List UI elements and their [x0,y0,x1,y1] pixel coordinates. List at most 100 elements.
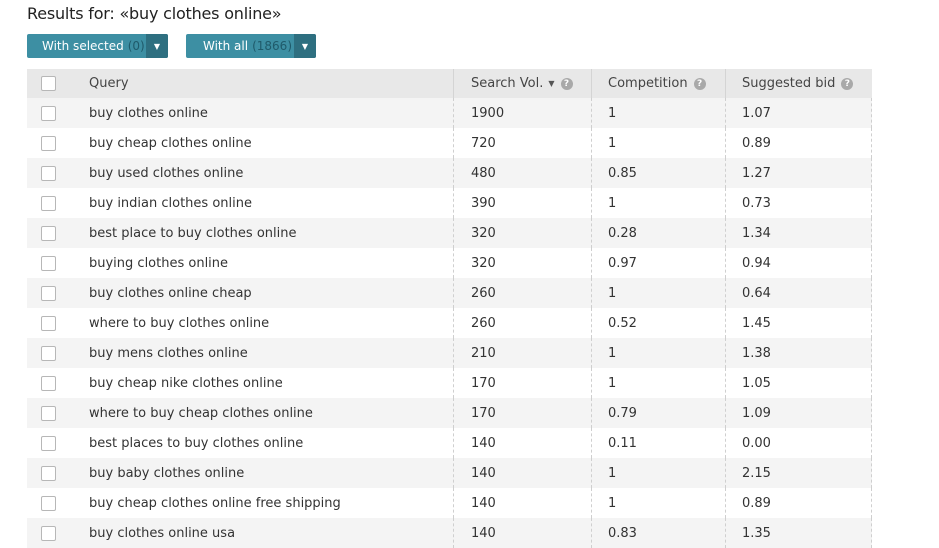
query-text[interactable]: buy cheap clothes online [89,136,252,151]
row-checkbox[interactable] [41,435,56,451]
table-row[interactable]: where to buy cheap clothes online 170 0.79… [27,398,872,428]
table-row[interactable]: best place to buy clothes online 320 0.28 1… [27,218,872,248]
row-checkbox[interactable] [41,345,56,361]
triangle-down-icon: ▼ [301,41,309,51]
suggested-bid-cell: 1.07 [726,98,872,128]
competition-cell: 1 [592,488,726,518]
suggested-bid-value: 1.34 [742,225,771,241]
row-checkbox[interactable] [41,285,56,301]
table-row[interactable]: best places to buy clothes online 140 0.11… [27,428,872,458]
with-selected-label: With selected [42,39,124,53]
row-checkbox[interactable] [41,135,56,151]
query-text[interactable]: buy cheap nike clothes online [89,376,283,391]
query-cell: buy cheap clothes online [71,128,454,158]
table-row[interactable]: buying clothes online 320 0.97 0.94 [27,248,872,278]
table-row[interactable]: where to buy clothes online 260 0.52 1.45 [27,308,872,338]
table-row[interactable]: buy clothes online 1900 1 1.07 [27,98,872,128]
query-text[interactable]: best place to buy clothes online [89,226,296,241]
query-text[interactable]: buy baby clothes online [89,466,244,481]
query-text[interactable]: buy clothes online [89,106,208,121]
help-icon[interactable]: ? [693,77,706,90]
header-competition[interactable]: Competition ? [592,69,726,98]
with-all-main[interactable]: With all (1866) [186,34,292,58]
competition-value: 1 [608,285,617,301]
suggested-bid-value: 0.00 [742,435,771,451]
row-checkbox[interactable] [41,165,56,181]
results-table: Query Search Vol. ▼ ? Competition ? Sugg… [27,69,872,548]
with-all-dropdown-toggle[interactable]: ▼ [294,34,316,58]
query-cell: best place to buy clothes online [71,218,454,248]
with-selected-button[interactable]: With selected (0) ▼ [27,34,168,58]
row-checkbox[interactable] [41,525,56,541]
header-search-vol[interactable]: Search Vol. ▼ ? [454,69,592,98]
with-all-count: (1866) [252,39,292,53]
competition-value: 1 [608,195,617,211]
suggested-bid-value: 1.27 [742,165,771,181]
select-all-checkbox[interactable] [41,76,56,91]
competition-cell: 0.97 [592,248,726,278]
search-vol-value: 720 [471,135,496,151]
competition-value: 1 [608,135,617,151]
table-row[interactable]: buy mens clothes online 210 1 1.38 [27,338,872,368]
with-selected-main[interactable]: With selected (0) [27,34,145,58]
search-vol-cell: 140 [454,488,592,518]
competition-value: 0.52 [608,315,637,331]
sort-desc-icon[interactable]: ▼ [548,79,554,88]
query-text[interactable]: buy indian clothes online [89,196,252,211]
suggested-bid-cell: 1.05 [726,368,872,398]
query-text[interactable]: where to buy clothes online [89,316,269,331]
table-row[interactable]: buy cheap clothes online free shipping 14… [27,488,872,518]
suggested-bid-cell: 1.27 [726,158,872,188]
row-checkbox[interactable] [41,375,56,391]
row-checkbox[interactable] [41,495,56,511]
help-icon[interactable]: ? [841,77,854,90]
table-row[interactable]: buy clothes online cheap 260 1 0.64 [27,278,872,308]
suggested-bid-cell: 1.34 [726,218,872,248]
query-text[interactable]: buying clothes online [89,256,228,271]
suggested-bid-value: 1.35 [742,525,771,541]
header-competition-label: Competition [608,76,688,91]
with-all-button[interactable]: With all (1866) ▼ [186,34,316,58]
suggested-bid-value: 0.89 [742,135,771,151]
query-text[interactable]: where to buy cheap clothes online [89,406,313,421]
search-vol-value: 390 [471,195,496,211]
query-text[interactable]: buy clothes online usa [89,526,235,541]
row-checkbox[interactable] [41,315,56,331]
table-row[interactable]: buy cheap clothes online 720 1 0.89 [27,128,872,158]
competition-value: 0.28 [608,225,637,241]
row-select-cell [27,428,71,458]
suggested-bid-cell: 0.64 [726,278,872,308]
table-row[interactable]: buy indian clothes online 390 1 0.73 [27,188,872,218]
header-query[interactable]: Query [71,69,454,98]
row-checkbox[interactable] [41,255,56,271]
search-vol-value: 170 [471,375,496,391]
query-text[interactable]: buy mens clothes online [89,346,248,361]
query-text[interactable]: buy cheap clothes online free shipping [89,496,341,511]
row-select-cell [27,458,71,488]
row-checkbox[interactable] [41,405,56,421]
query-text[interactable]: buy clothes online cheap [89,286,252,301]
query-text[interactable]: buy used clothes online [89,166,243,181]
row-select-cell [27,188,71,218]
competition-value: 1 [608,495,617,511]
row-select-cell [27,278,71,308]
query-text[interactable]: best places to buy clothes online [89,436,303,451]
suggested-bid-cell: 0.89 [726,128,872,158]
competition-value: 0.83 [608,525,637,541]
row-checkbox[interactable] [41,465,56,481]
row-checkbox[interactable] [41,105,56,121]
table-row[interactable]: buy baby clothes online 140 1 2.15 [27,458,872,488]
header-suggested-bid[interactable]: Suggested bid ? [726,69,872,98]
search-vol-cell: 170 [454,368,592,398]
row-checkbox[interactable] [41,195,56,211]
help-icon[interactable]: ? [560,77,573,90]
table-row[interactable]: buy cheap nike clothes online 170 1 1.05 [27,368,872,398]
search-vol-value: 320 [471,225,496,241]
table-row[interactable]: buy used clothes online 480 0.85 1.27 [27,158,872,188]
with-selected-dropdown-toggle[interactable]: ▼ [146,34,168,58]
search-vol-value: 210 [471,345,496,361]
competition-cell: 0.28 [592,218,726,248]
row-checkbox[interactable] [41,225,56,241]
suggested-bid-value: 1.07 [742,105,771,121]
search-vol-cell: 390 [454,188,592,218]
